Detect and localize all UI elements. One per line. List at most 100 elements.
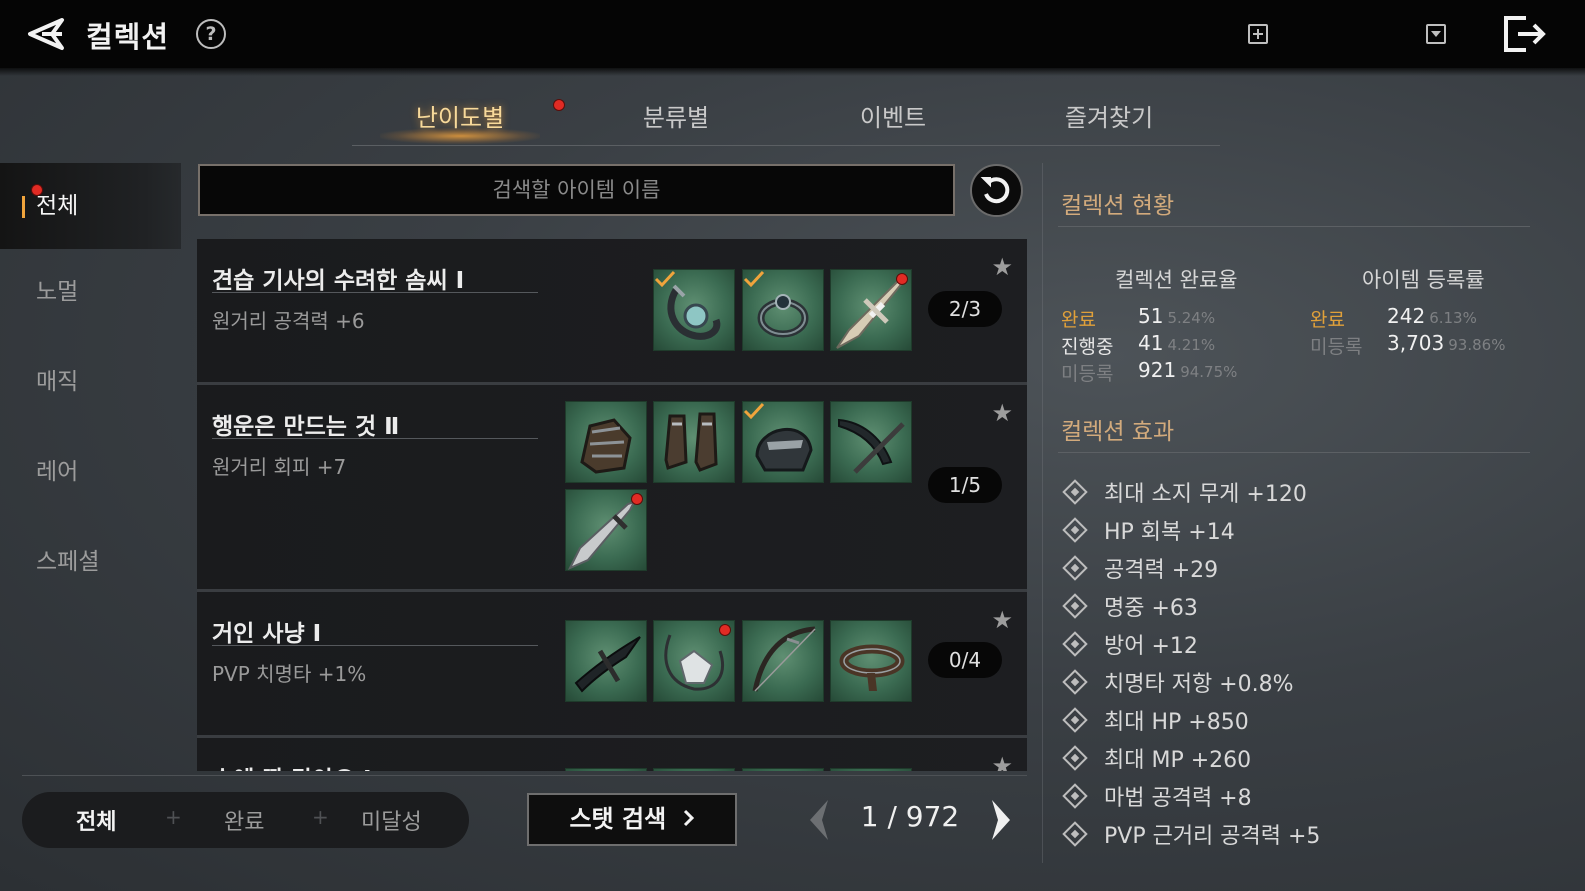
registration-rate-heading: 아이템 등록률 [1362,268,1485,292]
diamond-bullet-icon [1062,517,1088,543]
item-slot[interactable] [653,269,735,351]
sidebar-item-special[interactable]: 스페셜 [0,519,181,609]
item-notification-dot [719,624,731,636]
sidebar-item-normal[interactable]: 노멀 [0,249,181,339]
sidebar-item-rare[interactable]: 레어 [0,429,181,519]
diamond-bullet-icon [1062,707,1088,733]
help-icon[interactable]: ? [196,19,226,49]
collection-effect: PVP 치명타 +1% [212,662,367,686]
refresh-icon[interactable] [970,164,1023,217]
collection-list[interactable]: 견습 기사의 수려한 솜씨 Ⅰ 원거리 공격력 +6 ★ 2/3 행운은 만드는… [197,239,1027,771]
belt-icon [839,644,905,691]
tab-notification-dot [553,99,565,111]
effects-section-title: 컬렉션 효과 [1061,419,1175,445]
filter-all[interactable]: 전체 [76,804,116,836]
item-slot[interactable] [742,768,824,771]
item-notification-dot [631,493,643,505]
item-slot[interactable] [565,489,647,571]
collection-effect: 원거리 회피 +7 [212,455,347,479]
stat-search-button[interactable]: 스탯 검색 [527,793,737,846]
item-slot[interactable] [830,768,912,771]
expand-icon[interactable] [1248,24,1268,44]
stat-value: 3,703 93.86% [1387,331,1506,355]
item-notification-dot [896,273,908,285]
item-slot[interactable] [742,620,824,702]
top-bar: 컬렉션 ? [0,0,1585,76]
category-tabs: 난이도별 분류별 이벤트 즐겨찾기 [352,94,1220,146]
collection-effect: 원거리 공격력 +6 [212,309,365,333]
grade-sidebar: 전체 노멀 매직 레어 스페셜 [0,163,181,609]
collection-card[interactable]: 손에 딱 맞아요 Ⅰ ★ [197,738,1027,771]
prev-page-icon[interactable] [804,798,834,842]
item-slot[interactable] [565,768,647,771]
diamond-bullet-icon [1062,593,1088,619]
item-slot[interactable] [830,620,912,702]
item-slot[interactable] [653,620,735,702]
stat-label: 완료 [1061,309,1096,331]
sidebar-item-magic[interactable]: 매직 [0,184,181,429]
sidebar-item-all[interactable]: 전체 [0,163,181,249]
collection-title: 견습 기사의 수려한 솜씨 Ⅰ [212,268,465,294]
registered-check-icon [654,270,676,288]
favorite-star-icon[interactable]: ★ [991,752,1013,771]
favorite-star-icon[interactable]: ★ [991,253,1013,281]
collection-count: 1/5 [928,467,1002,503]
item-slot[interactable] [565,620,647,702]
collection-card[interactable]: 행운은 만드는 것 Ⅱ 원거리 회피 +7 ★ 1/5 [197,385,1027,592]
stat-value: 921 94.75% [1138,358,1238,382]
item-slot[interactable] [565,401,647,483]
registered-check-icon [743,402,765,420]
filter-done[interactable]: 완료 [224,804,264,836]
collection-card[interactable]: 거인 사냥 Ⅰ PVP 치명타 +1% ★ 0/4 [197,592,1027,738]
divider [1058,226,1530,227]
next-page-icon[interactable] [986,798,1016,842]
collection-count: 0/4 [928,642,1002,678]
diamond-bullet-icon [1062,631,1088,657]
stat-label: 미등록 [1061,363,1114,385]
stat-label: 미등록 [1310,336,1363,358]
completion-filter: 전체 + 완료 + 미달성 [22,792,469,848]
stat-label: 완료 [1310,309,1345,331]
panel-divider [1042,163,1043,863]
filter-incomplete[interactable]: 미달성 [361,804,422,836]
tab-favorites[interactable]: 즐겨찾기 [1019,98,1199,133]
tab-difficulty[interactable]: 난이도별 [370,98,550,133]
dropdown-icon[interactable] [1426,24,1446,44]
back-icon[interactable] [22,14,66,54]
collection-title: 행운은 만드는 것 Ⅱ [212,414,400,440]
filter-separator: + [165,805,182,829]
blade-icon [574,636,641,693]
item-slot[interactable] [830,401,912,483]
stat-value: 242 6.13% [1387,304,1477,328]
item-slot[interactable] [653,768,735,771]
tab-category[interactable]: 분류별 [586,98,766,133]
stat-value: 51 5.24% [1138,304,1216,328]
divider [212,292,538,293]
scythe-icon [838,418,905,474]
collection-count: 2/3 [928,291,1002,327]
chevron-right-icon [683,795,695,843]
stat-search-label: 스탯 검색 [569,805,667,833]
stat-value: 41 4.21% [1138,331,1216,355]
stat-label: 진행중 [1061,336,1114,358]
collection-card[interactable]: 견습 기사의 수려한 솜씨 Ⅰ 원거리 공격력 +6 ★ 2/3 [197,239,1027,385]
gauntlet-icon [580,418,632,474]
diamond-bullet-icon [1062,555,1088,581]
divider [212,645,538,646]
divider [212,438,538,439]
collection-title: 손에 딱 맞아요 Ⅰ [212,760,372,771]
exit-icon[interactable] [1502,14,1548,54]
item-slot[interactable] [830,269,912,351]
item-slot[interactable] [653,401,735,483]
favorite-star-icon[interactable]: ★ [991,399,1013,427]
favorite-star-icon[interactable]: ★ [991,606,1013,634]
sidebar-item-label: 매직 [36,369,79,395]
item-slot[interactable] [742,269,824,351]
diamond-bullet-icon [1062,783,1088,809]
search-input[interactable] [198,164,955,216]
tab-event[interactable]: 이벤트 [803,98,983,133]
registered-check-icon [743,270,765,288]
item-slot[interactable] [742,401,824,483]
boots-icon [664,412,718,472]
completion-rate-heading: 컬렉션 완료율 [1115,268,1238,292]
